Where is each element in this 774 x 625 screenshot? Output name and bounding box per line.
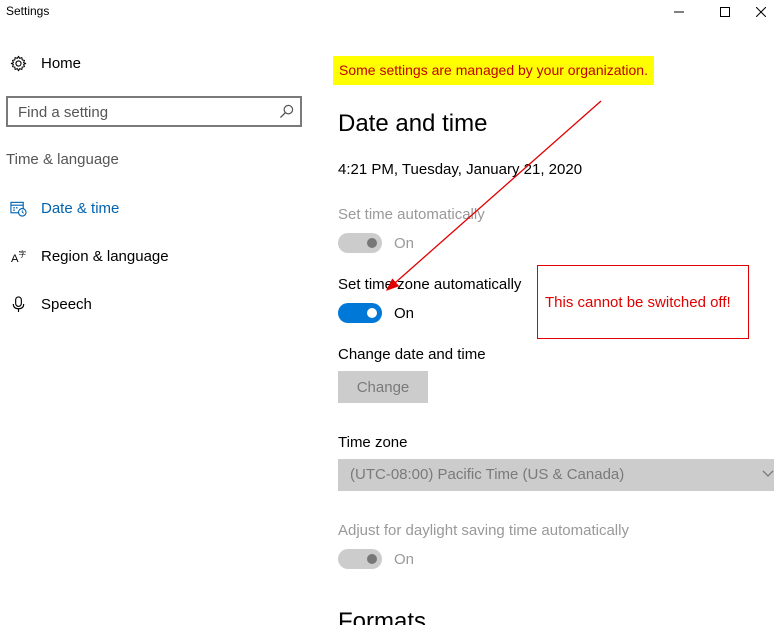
calendar-clock-icon xyxy=(9,199,27,217)
current-datetime: 4:21 PM, Tuesday, January 21, 2020 xyxy=(338,161,583,178)
page-title: Date and time xyxy=(338,110,488,137)
change-button[interactable]: Change xyxy=(338,371,428,403)
daylight-saving-toggle[interactable] xyxy=(338,549,382,569)
annotation-callout: This cannot be switched off! xyxy=(537,265,749,339)
set-timezone-auto-toggle[interactable] xyxy=(338,303,382,323)
sidebar-item-label: Home xyxy=(41,54,82,72)
sidebar-item-label: Speech xyxy=(41,295,92,313)
sidebar-item-label: Region & language xyxy=(41,247,169,265)
time-zone-value: (UTC-08:00) Pacific Time (US & Canada) xyxy=(350,466,625,483)
managed-by-org-banner: Some settings are managed by your organi… xyxy=(333,56,654,85)
section-heading: Time & language xyxy=(6,151,119,168)
sidebar-item-home[interactable]: Home xyxy=(0,45,310,81)
search-box[interactable] xyxy=(6,96,302,127)
sidebar-item-region-language[interactable]: A 字 Region & language xyxy=(0,238,310,274)
language-icon: A 字 xyxy=(9,247,27,265)
sidebar-item-speech[interactable]: Speech xyxy=(0,286,310,322)
daylight-saving-label: Adjust for daylight saving time automati… xyxy=(338,522,629,539)
change-date-time-label: Change date and time xyxy=(338,346,486,363)
gear-icon xyxy=(9,54,27,72)
search-icon xyxy=(279,104,294,119)
time-zone-label: Time zone xyxy=(338,434,408,451)
set-time-auto-state: On xyxy=(394,235,415,252)
daylight-saving-state: On xyxy=(394,551,415,568)
formats-heading: Formats xyxy=(338,608,427,625)
set-time-auto-toggle[interactable] xyxy=(338,233,382,253)
chevron-down-icon xyxy=(762,470,774,477)
svg-text:字: 字 xyxy=(18,248,26,258)
search-input[interactable] xyxy=(18,102,268,122)
set-timezone-auto-label: Set time zone automatically xyxy=(338,276,522,293)
window-title: Settings xyxy=(6,4,50,18)
annotation-text: This cannot be switched off! xyxy=(545,294,731,311)
sidebar: Home Time & language Date & time A xyxy=(0,28,310,625)
sidebar-item-label: Date & time xyxy=(41,199,120,217)
microphone-icon xyxy=(9,295,27,313)
time-zone-select[interactable]: (UTC-08:00) Pacific Time (US & Canada) xyxy=(338,459,774,491)
set-timezone-auto-state: On xyxy=(394,305,415,322)
set-time-auto-label: Set time automatically xyxy=(338,206,485,223)
sidebar-item-date-time[interactable]: Date & time xyxy=(0,190,310,226)
